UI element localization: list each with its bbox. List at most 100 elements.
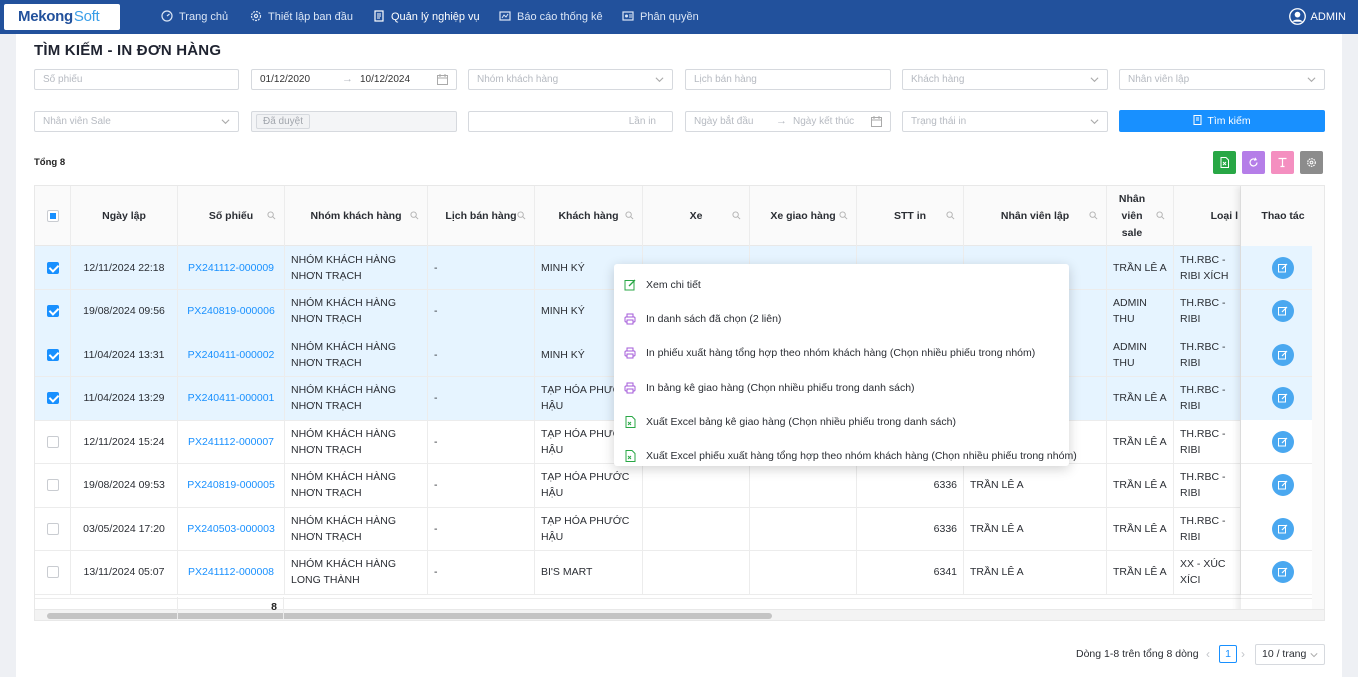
select-all-checkbox[interactable] [46,210,59,222]
text-format-button[interactable] [1271,151,1294,174]
row-checkbox[interactable] [46,261,59,274]
row-checkbox[interactable] [46,522,59,535]
search-icon[interactable] [946,211,955,220]
so-phieu-link[interactable]: PX240411-000002 [188,347,275,363]
prev-page-icon[interactable]: ‹ [1206,647,1210,661]
so-phieu-link[interactable]: PX241112-000009 [188,260,274,276]
table-settings-button[interactable] [1300,151,1323,174]
so-phieu-input[interactable]: Số phiếu [34,69,239,90]
col-loai[interactable]: Loại l [1174,186,1241,246]
nhom-khach-hang-select[interactable]: Nhóm khách hàng [468,69,673,90]
date-range-picker[interactable]: 01/12/2020 → 10/12/2024 [251,69,457,90]
search-icon[interactable] [1089,211,1098,220]
search-icon[interactable] [267,211,276,220]
cell-text: - [434,522,438,535]
khach-hang-select[interactable]: Khách hàng [902,69,1108,90]
context-menu-item[interactable]: Xuất Excel bảng kê giao hàng (Chọn nhiều… [614,405,1069,439]
select-placeholder: Khách hàng [911,74,965,85]
cell-ngay-lap: 03/05/2024 17:20 [71,507,178,550]
select-placeholder: Nhóm khách hàng [477,74,559,85]
context-menu-item[interactable]: Xuất Excel phiếu xuất hàng tổng hợp theo… [614,439,1077,473]
settings-icon [250,10,262,22]
col-lich-ban-hang[interactable]: Lịch bán hàng [428,186,535,246]
col-nhom-khach-hang[interactable]: Nhóm khách hàng [285,186,428,246]
row-checkbox[interactable] [46,479,59,491]
cell-loai: TH.RBC - RIBI [1174,507,1241,550]
so-phieu-link[interactable]: PX240819-000005 [187,477,275,493]
logo[interactable]: MekongSoft [4,4,120,30]
lich-ban-hang-input[interactable]: Lịch bán hàng [685,69,891,90]
table-row[interactable]: 13/11/2024 05:07 PX241112-000008 NHÓM KHÁC… [35,550,1324,595]
scrollbar-thumb[interactable] [47,613,772,619]
cell-text: TRẦN LÊ A [1113,566,1167,578]
col-so-phieu[interactable]: Số phiếu [178,186,285,246]
search-icon[interactable] [732,211,741,220]
date-from: 01/12/2020 [260,74,311,85]
nav-item-trang-chu[interactable]: Trang chủ [161,0,228,34]
menu-item-label: Xuất Excel bảng kê giao hàng (Chọn nhiều… [646,415,956,428]
vertical-scrollbar[interactable] [1312,246,1324,609]
nhan-vien-lap-select[interactable]: Nhân viên lập [1119,69,1325,90]
chevron-down-icon [1310,653,1318,658]
context-menu-item[interactable]: In bảng kê giao hàng (Chọn nhiều phiếu t… [614,371,1069,405]
col-stt-in[interactable]: STT in [857,186,964,246]
row-checkbox[interactable] [46,305,59,317]
cell-nhom: NHÓM KHÁCH HÀNG NHƠN TRẠCH [285,420,428,463]
so-phieu-link[interactable]: PX241112-000008 [188,564,274,580]
nav-item-phan-quyen[interactable]: Phân quyền [622,0,699,34]
search-icon[interactable] [1156,211,1165,220]
export-excel-button[interactable] [1213,151,1236,174]
context-menu-item[interactable]: Xem chi tiết [614,268,1069,302]
nav-label: Thiết lập ban đầu [268,11,354,23]
row-checkbox[interactable] [46,348,59,361]
col-xe-giao-hang[interactable]: Xe giao hàng [750,186,857,246]
so-phieu-link[interactable]: PX240819-000006 [187,303,275,319]
nav-item-thiet-lap[interactable]: Thiết lập ban đầu [250,0,353,34]
so-phieu-link[interactable]: PX241112-000007 [188,434,274,450]
context-menu-item[interactable]: In phiếu xuất hàng tổng hợp theo nhóm kh… [614,336,1069,370]
page-size-select[interactable]: 10 / trang [1255,644,1325,665]
cell-ngay-lap: 11/04/2024 13:29 [71,376,178,420]
col-khach-hang[interactable]: Khách hàng [535,186,643,246]
col-nhan-vien-sale[interactable]: Nhân viên sale [1107,186,1174,246]
cell-nv-sale: ADMIN THU [1107,333,1174,376]
col-xe[interactable]: Xe [643,186,750,246]
so-phieu-link[interactable]: PX240503-000003 [187,521,275,537]
user-menu[interactable]: ADMIN [1288,0,1346,34]
search-icon[interactable] [839,211,848,220]
next-page-icon[interactable]: › [1241,647,1245,661]
search-icon[interactable] [625,211,634,220]
context-menu-item[interactable]: In danh sách đã chọn (2 liên) [614,302,1069,336]
select-all-cell[interactable] [35,186,71,246]
search-button[interactable]: Tìm kiếm [1119,110,1325,132]
cell-loai: TH.RBC - RIBI [1174,420,1241,463]
header-label: Nhân viên lập [1000,210,1070,222]
row-checkbox[interactable] [46,566,59,578]
nav-item-quan-ly-nghiep-vu[interactable]: Quản lý nghiệp vụ [373,0,480,34]
cell-nhom: NHÓM KHÁCH HÀNG NHƠN TRẠCH [285,507,428,550]
col-ngay-lap[interactable]: Ngày lập [71,186,178,246]
cell-text: TH.RBC - RIBI [1180,340,1226,369]
row-checkbox[interactable] [46,435,59,448]
table-row[interactable]: 03/05/2024 17:20 PX240503-000003 NHÓM KHÁC… [35,507,1324,551]
col-nhan-vien-lap[interactable]: Nhân viên lập [964,186,1107,246]
nhan-vien-sale-select[interactable]: Nhân viên Sale [34,111,239,132]
cell-text: MINH KÝ [541,261,585,274]
search-icon[interactable] [410,211,419,220]
row-checkbox[interactable] [46,392,59,404]
print-date-range-picker[interactable]: Ngày bắt đầu → Ngày kết thúc [685,111,891,132]
nav-item-bao-cao[interactable]: Báo cáo thống kê [499,0,603,34]
menu-item-label: Xuất Excel phiếu xuất hàng tổng hợp theo… [646,450,1077,463]
search-icon[interactable] [517,211,526,220]
lan-in-input[interactable]: Lần in [468,111,673,132]
excel-icon [625,450,636,463]
refresh-button[interactable] [1242,151,1265,174]
so-phieu-link[interactable]: PX240411-000001 [188,390,275,406]
page-1-button[interactable]: 1 [1219,645,1237,663]
cell-text: ADMIN THU [1113,297,1147,325]
menu-item-label: In danh sách đã chọn (2 liên) [646,313,782,326]
trang-thai-in-select[interactable]: Trạng thái in [902,111,1108,132]
cell-text: - [434,261,438,274]
cell-text: MINH KÝ [541,305,585,317]
cell-text: TRẦN LÊ A [1113,261,1167,274]
